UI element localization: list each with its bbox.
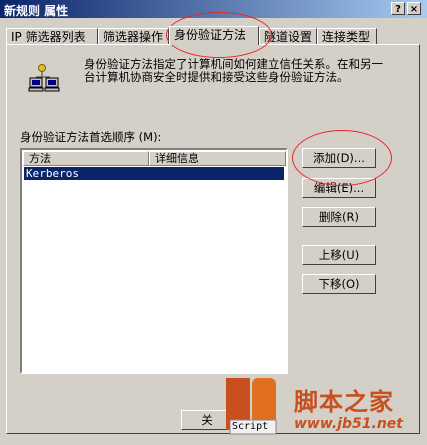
tab-authentication-methods[interactable]: 身份验证方法: [169, 26, 259, 45]
logo-sub-text: Script: [232, 421, 269, 432]
move-up-button[interactable]: 上移(U): [302, 245, 376, 265]
auth-description: 身份验证方法指定了计算机间如何建立信任关系。在和另一台计算机协商安全时提供和接受…: [84, 57, 383, 84]
edit-button[interactable]: 编辑(E)...: [302, 178, 376, 198]
title-bar: 新规则 属性 ? ×: [0, 0, 427, 18]
auth-methods-list[interactable]: 方法 详细信息 Kerberos: [20, 148, 288, 374]
tab-connection-type[interactable]: 连接类型: [317, 28, 377, 44]
remove-button[interactable]: 删除(R): [302, 207, 376, 227]
window-title: 新规则 属性: [4, 4, 69, 18]
tab-tunnel-settings[interactable]: 隧道设置: [259, 28, 317, 44]
brand-text: 脚本之家: [294, 388, 394, 416]
move-down-button[interactable]: 下移(O): [302, 274, 376, 294]
list-label: 身份验证方法首选顺序 (M):: [20, 130, 162, 144]
tab-filter-action[interactable]: 筛选器操作: [98, 28, 169, 44]
column-header-method[interactable]: 方法: [23, 151, 149, 166]
url-text: www.jb51.net: [294, 416, 403, 432]
help-button[interactable]: ?: [391, 2, 405, 15]
close-window-button[interactable]: ×: [407, 2, 421, 15]
network-computers-icon: [28, 64, 60, 92]
list-row-kerberos[interactable]: Kerberos: [24, 167, 284, 180]
tab-ip-filter-list[interactable]: IP 筛选器列表: [6, 28, 98, 44]
add-button[interactable]: 添加(D)...: [302, 148, 376, 168]
column-header-details[interactable]: 详细信息: [149, 151, 286, 166]
site-watermark: Script 脚本之家 www.jb51.net: [222, 372, 427, 442]
